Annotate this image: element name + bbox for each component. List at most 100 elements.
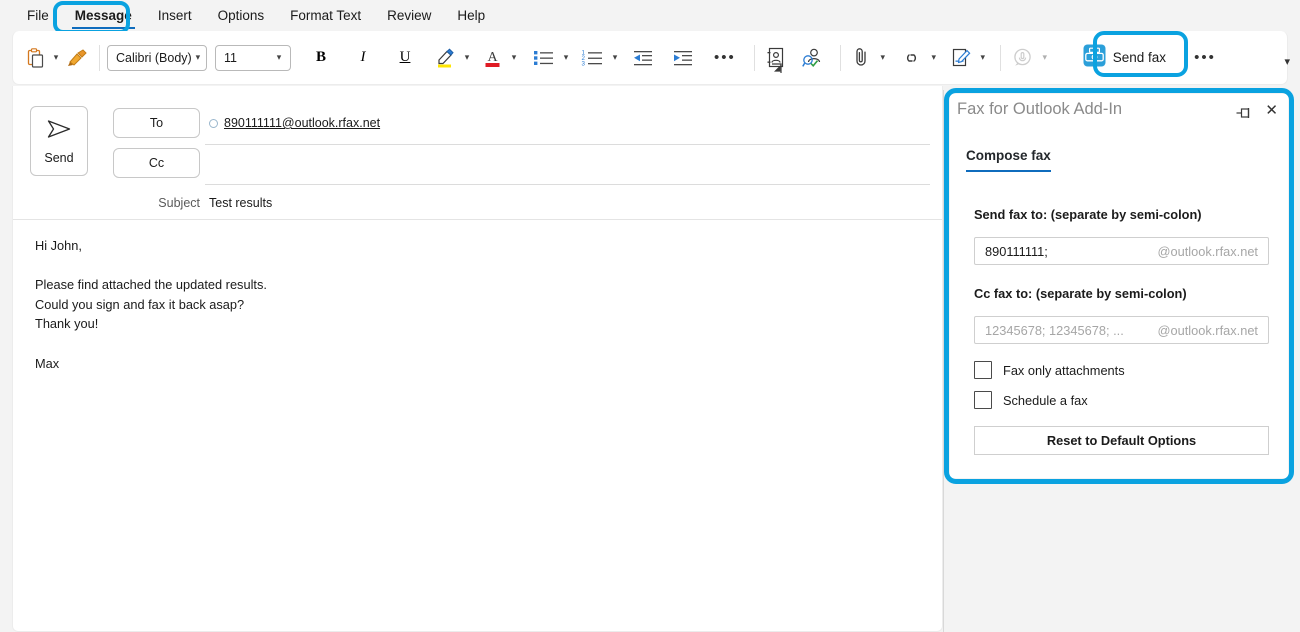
close-icon[interactable]: ✕ [1265, 104, 1278, 118]
send-fax-to-input[interactable]: 890111111; @outlook.rfax.net [974, 237, 1269, 265]
tab-file-label: File [27, 8, 49, 23]
cc-fax-to-label: Cc fax to: (separate by semi-colon) [974, 286, 1187, 301]
tab-review-label: Review [387, 8, 431, 23]
link-icon[interactable] [896, 43, 927, 73]
tab-compose-fax-label: Compose fax [966, 148, 1051, 163]
paste-icon[interactable] [21, 43, 49, 73]
font-size-value: 11 [224, 51, 270, 65]
paragraph-overflow-button[interactable]: ••• [710, 43, 740, 73]
dictate-chevron-down-icon: ▾ [1038, 45, 1052, 71]
tab-help-label: Help [457, 8, 485, 23]
bullet-list-icon[interactable] [529, 43, 559, 73]
message-compose-area: Send To Cc 890111111@outlook.rfax.net Su… [12, 86, 943, 632]
checkbox-box [974, 361, 992, 379]
dictate-icon [1008, 43, 1038, 73]
schedule-a-fax-label: Schedule a fax [1003, 393, 1088, 408]
send-fax-button[interactable]: Send fax [1076, 43, 1176, 73]
tab-insert[interactable]: Insert [145, 3, 205, 29]
reset-to-default-options-button[interactable]: Reset to Default Options [974, 426, 1269, 455]
send-button-label: Send [44, 151, 73, 165]
svg-text:3: 3 [582, 60, 586, 67]
italic-button[interactable]: I [349, 43, 377, 73]
font-name-value: Calibri (Body) [116, 51, 192, 65]
bullet-list-chevron-down-icon[interactable]: ▾ [559, 45, 573, 71]
increase-indent-icon[interactable] [668, 43, 698, 73]
font-name-chevron-down-icon: ▾ [192, 52, 204, 63]
signature-icon[interactable] [947, 43, 976, 73]
tab-compose-fax[interactable]: Compose fax [966, 148, 1051, 172]
signature-chevron-down-icon[interactable]: ▾ [976, 45, 990, 71]
to-button-label: To [150, 116, 163, 130]
underline-button[interactable]: U [391, 43, 419, 73]
pin-icon[interactable] [1235, 106, 1251, 127]
font-size-chevron-down-icon: ▾ [270, 52, 288, 63]
font-color-icon[interactable]: A [478, 43, 507, 73]
cc-fax-to-domain-suffix: @outlook.rfax.net [1158, 323, 1259, 338]
attach-file-icon[interactable] [848, 43, 876, 73]
tab-message[interactable]: Message [62, 3, 145, 29]
body-line-blank [35, 334, 930, 354]
header-body-divider [13, 219, 942, 220]
body-line: Please find attached the updated results… [35, 275, 930, 295]
tab-review[interactable]: Review [374, 3, 444, 29]
bold-label: B [316, 49, 326, 66]
link-chevron-down-icon[interactable]: ▾ [927, 45, 941, 71]
tab-help[interactable]: Help [444, 3, 498, 29]
font-color-chevron-down-icon[interactable]: ▾ [507, 45, 521, 71]
message-body[interactable]: Hi John, Please find attached the update… [35, 236, 930, 627]
underline-label: U [400, 49, 411, 66]
toolbar-separator-3 [840, 45, 841, 71]
fax-only-attachments-checkbox[interactable]: Fax only attachments [974, 361, 1125, 379]
tab-format-text[interactable]: Format Text [277, 3, 374, 29]
toolbar-separator-4 [1000, 45, 1001, 71]
subject-label: Subject [136, 196, 200, 210]
pane-divider [943, 90, 944, 632]
to-recipient-field[interactable]: 890111111@outlook.rfax.net [209, 116, 380, 130]
body-line: Hi John, [35, 236, 930, 256]
font-name-combo[interactable]: Calibri (Body) ▾ [107, 45, 207, 71]
to-button[interactable]: To [113, 108, 200, 138]
text-highlight-icon[interactable] [431, 43, 460, 73]
to-recipient-value: 890111111@outlook.rfax.net [224, 116, 380, 130]
send-button[interactable]: Send [30, 106, 88, 176]
dialog-launcher-icon[interactable] [770, 62, 783, 78]
numbered-list-chevron-down-icon[interactable]: ▾ [608, 45, 622, 71]
cc-field-underline [205, 184, 930, 185]
body-line: Could you sign and fax it back asap? [35, 295, 930, 315]
tab-options[interactable]: Options [205, 3, 278, 29]
body-line: Thank you! [35, 314, 930, 334]
send-fax-to-label: Send fax to: (separate by semi-colon) [974, 207, 1202, 222]
cc-fax-to-input[interactable]: 12345678; 12345678; ... @outlook.rfax.ne… [974, 316, 1269, 344]
subject-input[interactable]: Test results [209, 196, 272, 210]
tab-format-text-label: Format Text [290, 8, 361, 23]
format-painter-icon[interactable] [63, 43, 92, 73]
ribbon-more-commands-button[interactable]: ••• [1190, 43, 1220, 73]
ribbon-tab-strip: File Message Insert Options Format Text … [0, 0, 1300, 32]
addin-title: Fax for Outlook Add-In [957, 100, 1122, 119]
highlight-chevron-down-icon[interactable]: ▾ [460, 45, 474, 71]
checkbox-box [974, 391, 992, 409]
presence-indicator-icon [209, 119, 218, 128]
numbered-list-icon[interactable]: 1 2 3 [577, 43, 608, 73]
check-names-icon[interactable] [798, 43, 828, 73]
reset-to-default-options-label: Reset to Default Options [1047, 433, 1196, 448]
send-fax-to-domain-suffix: @outlook.rfax.net [1158, 244, 1259, 259]
cc-button[interactable]: Cc [113, 148, 200, 178]
send-fax-to-value: 890111111; [985, 244, 1158, 259]
decrease-indent-icon[interactable] [628, 43, 658, 73]
tab-message-underline [72, 27, 135, 29]
bold-button[interactable]: B [307, 43, 335, 73]
font-size-combo[interactable]: 11 ▾ [215, 45, 291, 71]
paste-options-chevron-down-icon[interactable]: ▾ [49, 45, 63, 71]
tab-message-label: Message [75, 8, 132, 23]
fax-only-attachments-label: Fax only attachments [1003, 363, 1125, 378]
tab-file[interactable]: File [14, 3, 62, 29]
tab-compose-fax-underline [966, 170, 1051, 172]
tab-options-label: Options [218, 8, 265, 23]
collapse-ribbon-chevron-down-icon[interactable]: ▾ [1284, 55, 1290, 68]
fax-icon [1083, 44, 1106, 72]
fax-addin-pane: Fax for Outlook Add-In ✕ Compose fax Sen… [950, 94, 1288, 478]
send-fax-label: Send fax [1113, 50, 1166, 65]
attach-chevron-down-icon[interactable]: ▾ [876, 45, 890, 71]
schedule-a-fax-checkbox[interactable]: Schedule a fax [974, 391, 1088, 409]
